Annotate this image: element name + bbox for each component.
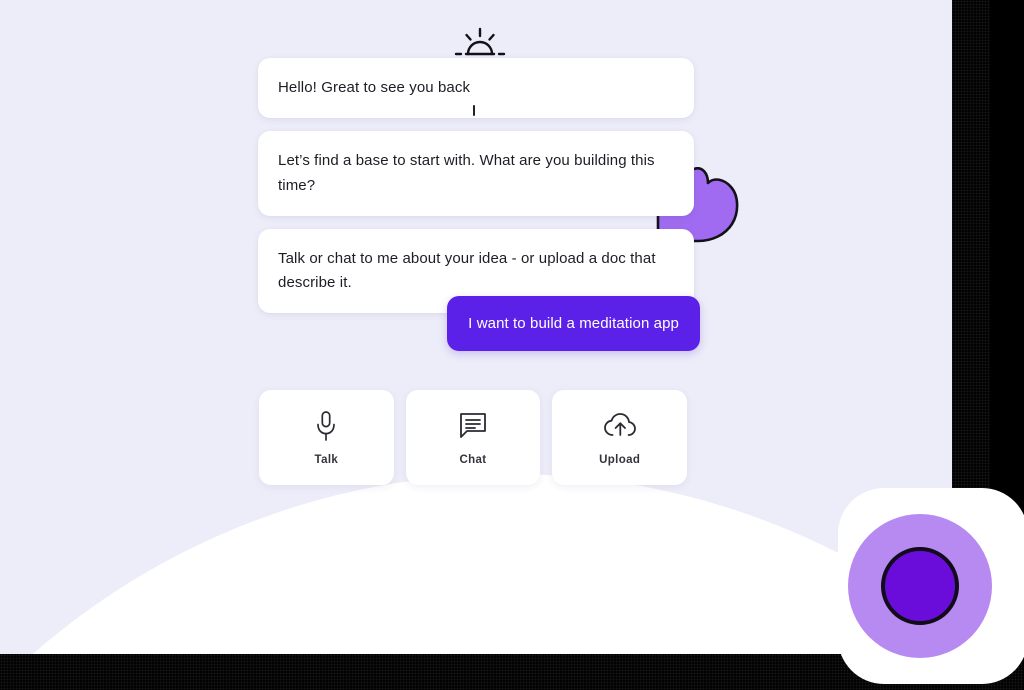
action-card-label: Chat: [459, 454, 487, 466]
bubble-connector-tick: [473, 105, 475, 116]
assistant-message-prompt-base: Let’s find a base to start with. What ar…: [258, 131, 694, 216]
cloud-upload-icon: [603, 409, 637, 443]
message-text: I want to build a meditation app: [468, 315, 679, 332]
record-button[interactable]: [881, 547, 959, 625]
user-message-row: I want to build a meditation app: [258, 296, 700, 351]
assistant-message-greeting: Hello! Great to see you back: [258, 58, 694, 119]
action-card-label: Talk: [314, 454, 339, 466]
action-card-group: Talk Chat Upload: [259, 390, 688, 485]
message-text: Hello! Great to see you back: [278, 79, 471, 96]
action-card-talk[interactable]: Talk: [259, 390, 394, 485]
sunrise-icon: [454, 27, 506, 61]
conversation-thread: Hello! Great to see you back Let’s find …: [258, 27, 694, 326]
microphone-icon: [313, 409, 339, 443]
screenshot-stage: Hello! Great to see you back Let’s find …: [0, 0, 1024, 690]
action-card-upload[interactable]: Upload: [552, 390, 688, 485]
message-text: Talk or chat to me about your idea - or …: [278, 249, 656, 292]
chat-bubble-icon: [458, 409, 488, 443]
action-card-chat[interactable]: Chat: [405, 390, 541, 485]
action-card-label: Upload: [599, 454, 641, 466]
app-panel: Hello! Great to see you back Let’s find …: [0, 0, 952, 654]
white-curve-sweep: [0, 474, 952, 654]
user-message-idea: I want to build a meditation app: [447, 296, 700, 351]
message-text: Let’s find a base to start with. What ar…: [278, 152, 655, 194]
